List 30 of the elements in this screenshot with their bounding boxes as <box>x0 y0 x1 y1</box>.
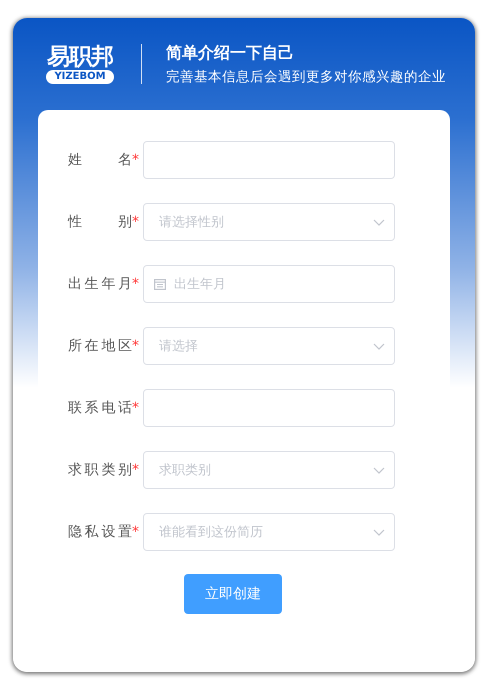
required-mark: * <box>132 524 140 540</box>
field-label: 求职类别 <box>68 461 132 479</box>
required-mark: * <box>132 400 140 416</box>
field-label: 姓名 <box>68 151 132 169</box>
required-mark: * <box>132 338 140 354</box>
required-mark: * <box>132 152 140 168</box>
logo: 易职邦 YIZEBOM <box>45 44 115 84</box>
select-field[interactable]: 谁能看到这份简历 <box>143 513 395 551</box>
required-mark: * <box>132 214 140 230</box>
calendar-icon <box>154 278 166 290</box>
required-mark: * <box>132 462 140 478</box>
field-label: 出生年月 <box>68 275 132 293</box>
chevron-down-icon <box>373 467 385 474</box>
title: 简单介绍一下自己 <box>166 42 295 64</box>
subtitle: 完善基本信息后会遇到更多对你感兴趣的企业 <box>166 68 446 86</box>
field-label: 性别 <box>68 213 132 231</box>
select-field[interactable]: 请选择性别 <box>143 203 395 241</box>
field-label: 联系电话 <box>68 399 132 417</box>
chevron-down-icon <box>373 343 385 350</box>
select-field[interactable]: 求职类别 <box>143 451 395 489</box>
date-field[interactable]: 出生年月 <box>143 265 395 303</box>
chevron-down-icon <box>373 219 385 226</box>
field-label: 隐私设置 <box>68 523 132 541</box>
required-mark: * <box>132 276 140 292</box>
input-field[interactable] <box>143 141 395 179</box>
field-label: 所在地区 <box>68 337 132 355</box>
input-field[interactable] <box>143 389 395 427</box>
chevron-down-icon <box>373 529 385 536</box>
create-button[interactable]: 立即创建 <box>184 574 282 614</box>
select-field[interactable]: 请选择 <box>143 327 395 365</box>
